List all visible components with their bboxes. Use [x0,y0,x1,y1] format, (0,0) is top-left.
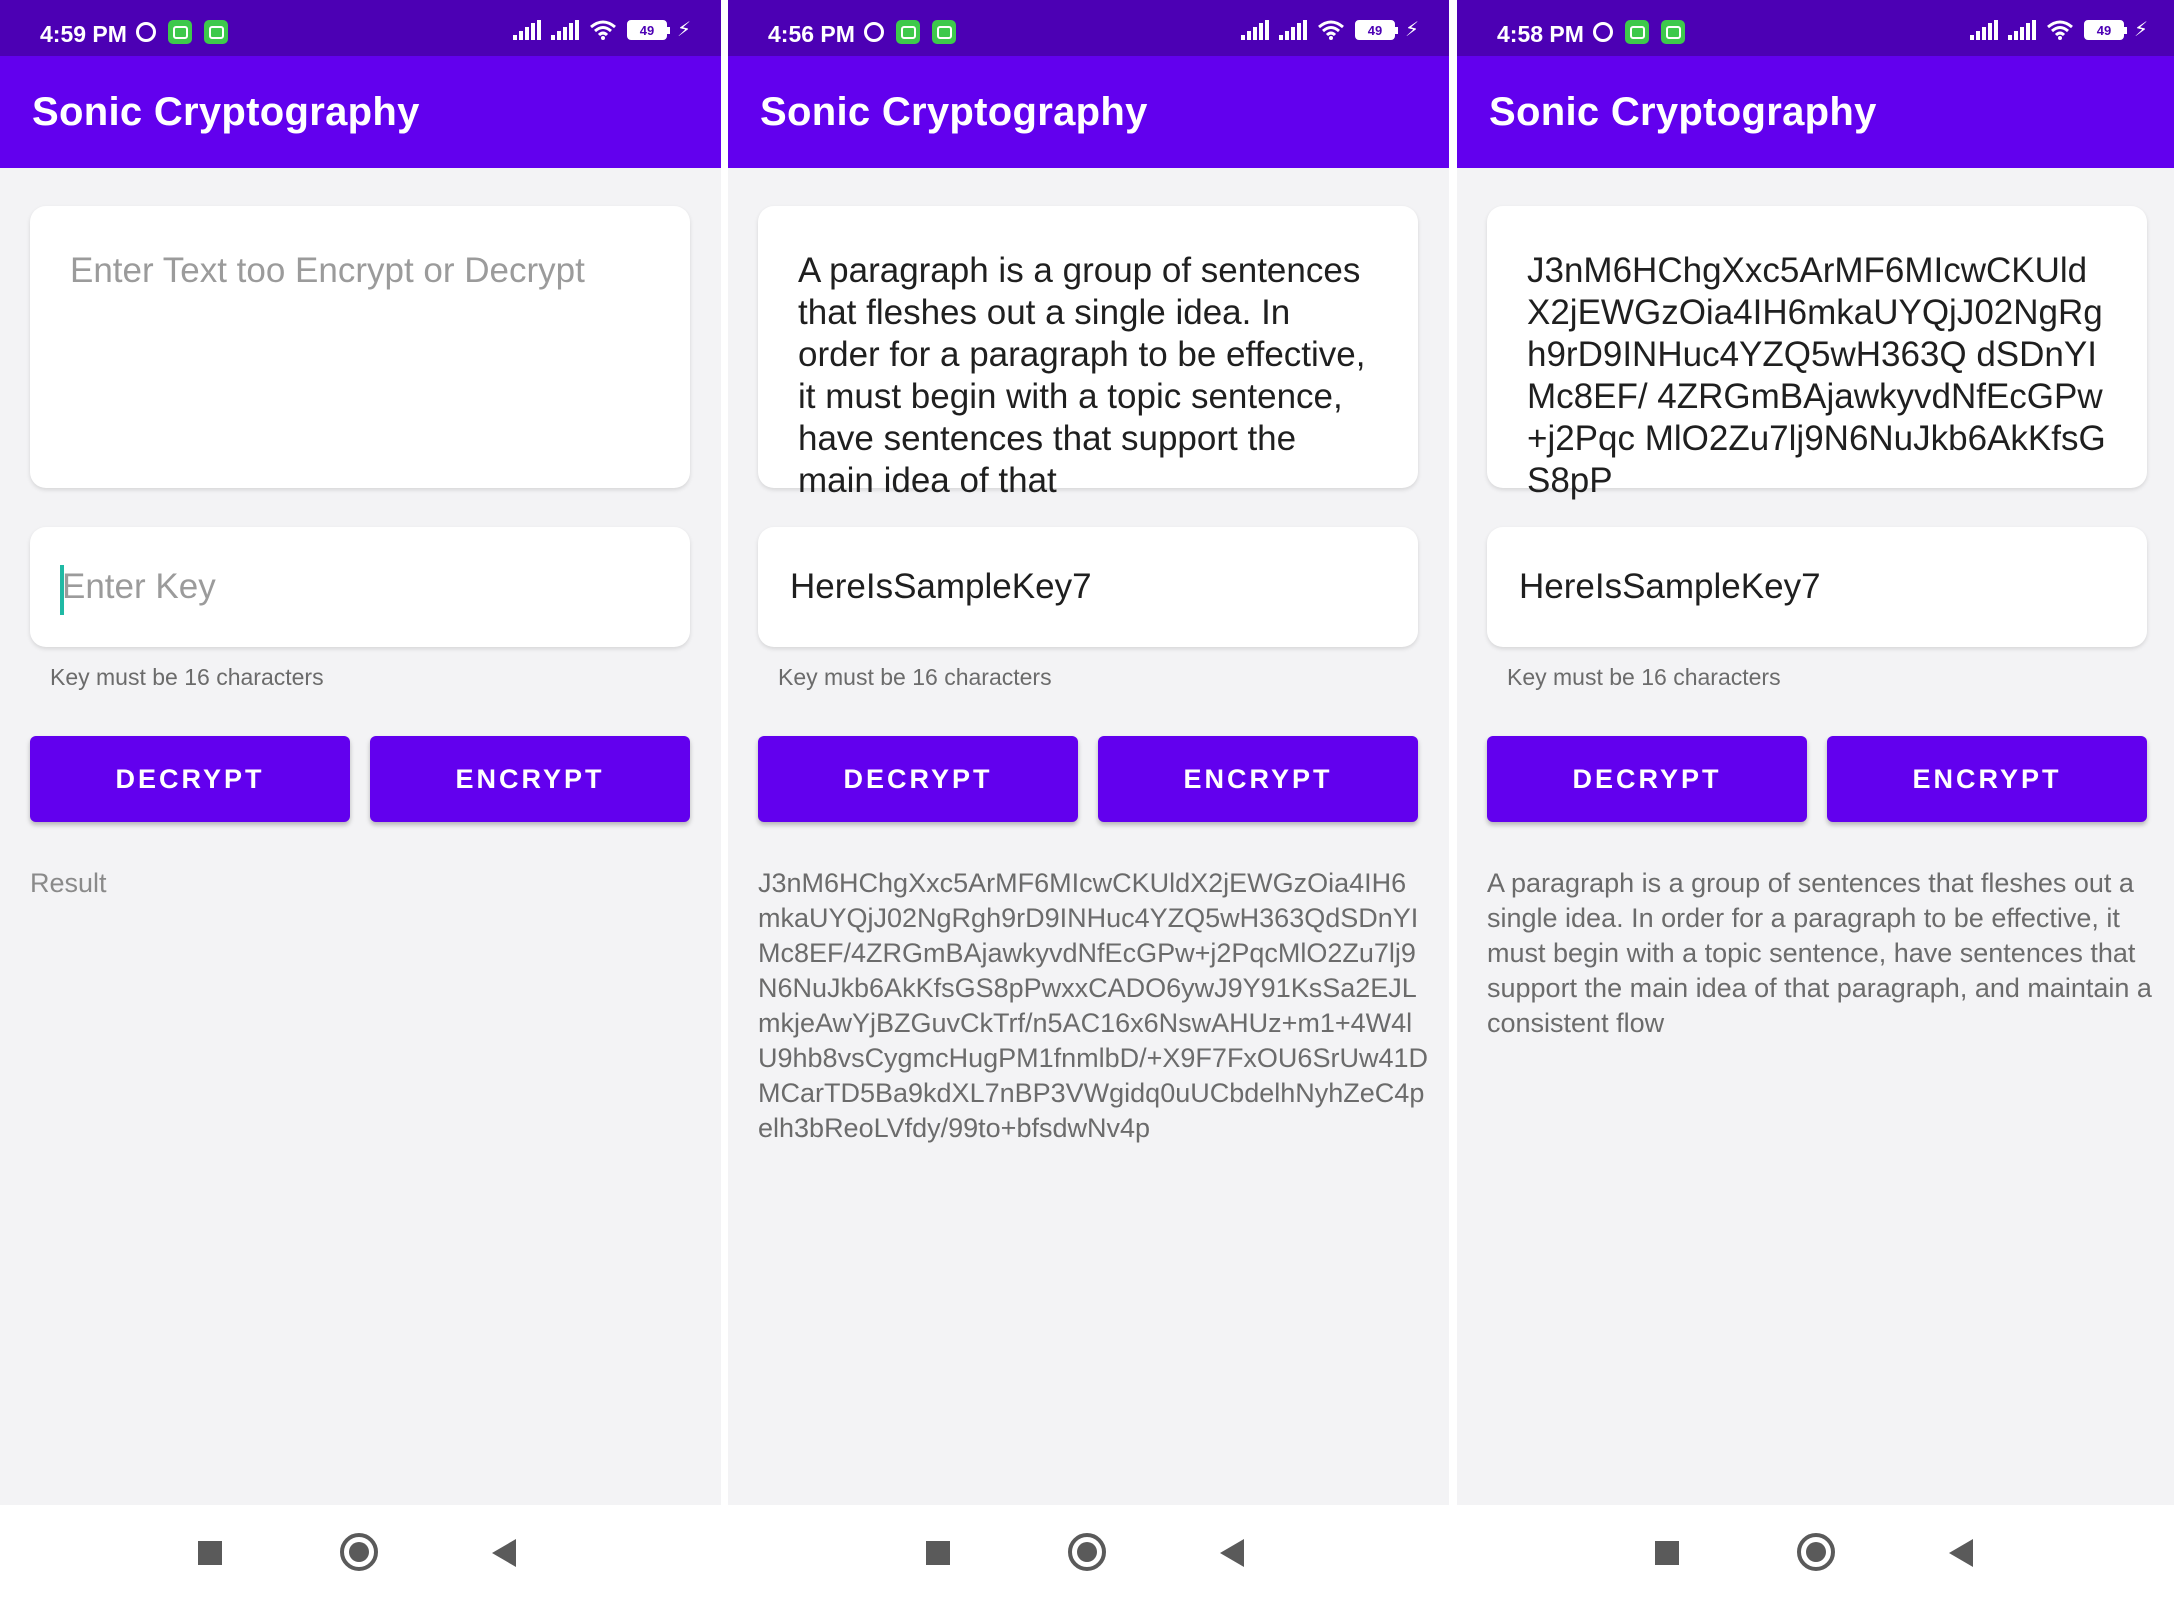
signal-icon [550,20,579,40]
navigation-bar [728,1505,1449,1600]
app-notification-icon [932,20,956,44]
app-bar: Sonic Cryptography [0,56,721,168]
battery-icon: 49 [1354,20,1398,40]
recents-button[interactable] [926,1541,950,1565]
back-button[interactable] [1949,1539,1973,1567]
status-bar: 4:58 PM 49 ⚡ [1457,0,2174,56]
signal-icon [512,20,541,40]
app-notification-icon [896,20,920,44]
key-input-field[interactable]: Enter Key [30,527,690,647]
recents-button[interactable] [198,1541,222,1565]
key-helper-text: Key must be 16 characters [50,664,324,690]
home-button[interactable] [1068,1533,1106,1571]
key-helper-text: Key must be 16 characters [1507,664,1781,690]
home-button[interactable] [340,1533,378,1571]
decrypt-button[interactable]: DECRYPT [30,736,350,822]
screen-1: 4:59 PM 49 ⚡ Sonic Cryptography Enter Te… [0,0,721,1600]
back-button[interactable] [1220,1539,1244,1567]
signal-icon [2007,20,2036,40]
app-notification-icon [168,20,192,44]
home-button[interactable] [1797,1533,1835,1571]
text-input-field[interactable]: A paragraph is a group of sentences that… [758,206,1418,500]
charging-icon: ⚡ [2133,19,2148,41]
recents-button[interactable] [1655,1541,1679,1565]
text-input-value: J3nM6HChgXxc5ArMF6MIcwCKUld X2jEWGzOia4I… [1527,251,2106,500]
navigation-bar [1457,1505,2174,1600]
navigation-bar [0,1505,721,1600]
screen-3: 4:58 PM 49 ⚡ Sonic Cryptography J3nM6HCh… [1457,0,2174,1600]
key-input-placeholder: Enter Key [62,567,216,606]
key-helper-text: Key must be 16 characters [778,664,1052,690]
alarm-icon [1593,22,1613,42]
encrypt-button[interactable]: ENCRYPT [370,736,690,822]
app-title: Sonic Cryptography [32,90,420,134]
app-notification-icon [1661,20,1685,44]
charging-icon: ⚡ [1404,19,1419,41]
text-cursor [60,565,64,615]
signal-icon [1278,20,1307,40]
wifi-icon [589,20,617,40]
text-input-value: A paragraph is a group of sentences that… [798,251,1366,500]
signal-icon [1240,20,1269,40]
status-bar: 4:56 PM 49 ⚡ [728,0,1449,56]
app-title: Sonic Cryptography [1489,90,1877,134]
key-input-value: HereIsSampleKey7 [1519,567,1821,606]
alarm-icon [864,22,884,42]
screen-2: 4:56 PM 49 ⚡ Sonic Cryptography A paragr… [728,0,1449,1600]
charging-icon: ⚡ [676,19,691,41]
app-title: Sonic Cryptography [760,90,1148,134]
status-bar: 4:59 PM 49 ⚡ [0,0,721,56]
wifi-icon [2046,20,2074,40]
battery-icon: 49 [626,20,670,40]
decrypt-button[interactable]: DECRYPT [758,736,1078,822]
app-bar: Sonic Cryptography [728,56,1449,168]
result-text: J3nM6HChgXxc5ArMF6MIcwCKUldX2jEWGzOia4IH… [758,868,1428,1143]
alarm-icon [136,22,156,42]
text-input-placeholder: Enter Text too Encrypt or Decrypt [70,251,585,290]
app-notification-icon [1625,20,1649,44]
text-input-field[interactable]: Enter Text too Encrypt or Decrypt [30,206,690,488]
signal-icon [1969,20,1998,40]
key-input-field[interactable]: HereIsSampleKey7 [1487,527,2147,647]
back-button[interactable] [492,1539,516,1567]
result-text: Result [30,868,107,898]
encrypt-button[interactable]: ENCRYPT [1098,736,1418,822]
key-input-field[interactable]: HereIsSampleKey7 [758,527,1418,647]
key-input-value: HereIsSampleKey7 [790,567,1092,606]
wifi-icon [1317,20,1345,40]
encrypt-button[interactable]: ENCRYPT [1827,736,2147,822]
text-input-field[interactable]: J3nM6HChgXxc5ArMF6MIcwCKUld X2jEWGzOia4I… [1487,206,2147,500]
app-notification-icon [204,20,228,44]
app-bar: Sonic Cryptography [1457,56,2174,168]
decrypt-button[interactable]: DECRYPT [1487,736,1807,822]
result-text: A paragraph is a group of sentences that… [1487,868,2152,1038]
battery-icon: 49 [2083,20,2127,40]
